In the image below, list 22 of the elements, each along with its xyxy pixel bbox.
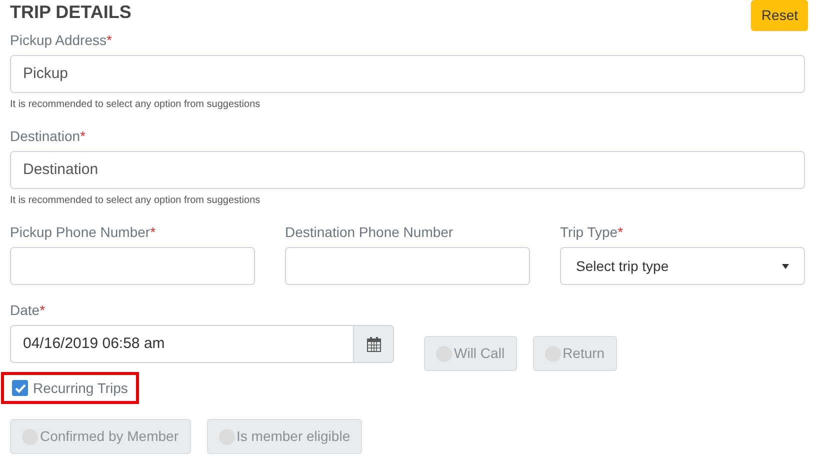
hint-text: It is recommended to select any option from suggestions: [10, 98, 262, 112]
field-label: Destination Phone Number: [285, 223, 454, 241]
calendar-button[interactable]: [354, 325, 394, 363]
dropdown-arrow-icon: [782, 264, 789, 268]
field-label: Destination*: [10, 127, 86, 145]
reset-button[interactable]: Reset: [751, 0, 808, 31]
field-label: Pickup Phone Number*: [10, 223, 156, 241]
field-label: Pickup Address*: [10, 31, 112, 49]
hint-text: It is recommended to select any option from suggestions: [10, 194, 262, 208]
text-field[interactable]: Destination: [10, 151, 805, 189]
section-title: TRIP DETAILS: [10, 1, 132, 24]
check-icon: [14, 384, 26, 392]
checkbox[interactable]: [12, 380, 28, 396]
field-label: Date*: [10, 301, 46, 319]
field-label: Trip Type*: [560, 223, 624, 241]
date-field[interactable]: 04/16/2019 06:58 am: [10, 325, 354, 363]
text-field[interactable]: Pickup: [10, 55, 805, 93]
select-field[interactable]: Select trip type: [560, 247, 805, 285]
text-field[interactable]: [285, 247, 530, 285]
calendar-icon: [366, 336, 380, 352]
text-field[interactable]: [10, 247, 255, 285]
checkbox-label: Recurring Trips: [33, 378, 128, 398]
